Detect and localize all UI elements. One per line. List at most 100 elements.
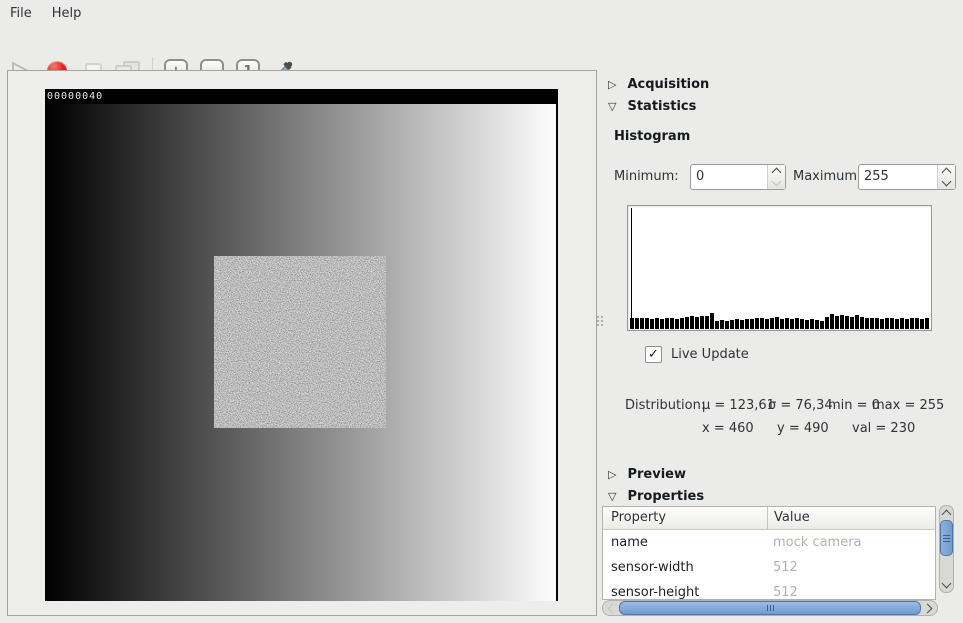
scroll-right-button[interactable] [921,601,937,615]
histogram-bar [885,318,889,329]
table-row[interactable]: sensor-height 512 [603,580,935,600]
histogram-bar [720,320,724,329]
histogram-bar [665,318,669,329]
histogram-bar [680,318,684,329]
noise-region [214,256,386,428]
menu-bar: File Help [0,0,963,26]
live-update-label: Live Update [671,347,749,362]
section-label: Preview [627,467,686,482]
minimum-value[interactable]: 0 [691,165,767,189]
frame-counter: 00000040 [45,89,558,104]
chevron-up-icon [942,510,952,520]
vertical-scroll-thumb[interactable] [940,520,953,556]
spin-down-button[interactable] [938,177,955,189]
histogram-bar [715,321,719,329]
section-properties[interactable]: ▽ Properties [602,486,704,506]
histogram-bar [860,317,864,329]
camera-image-view[interactable]: 00000040 [45,89,558,601]
column-header-value[interactable]: Value [768,507,935,529]
scroll-left-button[interactable] [603,601,619,615]
column-header-property[interactable]: Property [603,507,768,529]
histogram-bar [700,316,704,329]
section-acquisition[interactable]: ▷ Acquisition [602,74,709,94]
maximum-spinbox[interactable]: 255 [858,164,956,190]
histogram-bar [815,320,819,329]
spin-down-button[interactable] [768,177,785,189]
histogram-bar [630,318,634,329]
menu-file[interactable]: File [0,3,42,24]
histogram-bar [830,314,834,329]
histogram-bar [920,319,924,329]
histogram-bars [630,313,929,329]
minimum-label: Minimum: [614,169,679,184]
chevron-right-icon: ▷ [608,468,616,481]
histogram-bar [660,319,664,329]
toolbar: + − 1 [0,26,963,64]
histogram-bar [675,319,679,329]
property-name: sensor-width [603,555,767,580]
histogram-bar [745,319,749,329]
histogram-bar [640,318,644,329]
histogram-bar [650,319,654,329]
table-header: Property Value [603,507,935,530]
histogram-bar [840,315,844,329]
minimum-spinbox[interactable]: 0 [690,164,786,190]
vertical-scrollbar[interactable] [939,505,954,593]
histogram-bar [790,319,794,329]
histogram-bar [870,318,874,329]
horizontal-scrollbar[interactable] [602,600,938,616]
cursor-val: val = 230 [852,421,915,436]
histogram-bar [805,320,809,329]
histogram-bar [645,318,649,329]
histogram-bar [730,320,734,329]
histogram-bar [735,319,739,329]
histogram-bar [725,321,729,329]
table-row[interactable]: sensor-width 512 [603,555,935,580]
histogram-bar [800,319,804,329]
histogram-bar [760,318,764,329]
menu-help[interactable]: Help [42,3,92,24]
live-update-checkbox[interactable]: ✓ Live Update [645,346,749,363]
horizontal-scroll-thumb[interactable] [619,601,921,615]
image-right-edge [556,104,558,601]
properties-table: Property Value name mock camera sensor-w… [602,506,936,600]
histogram-bar [635,318,639,329]
histogram-bar [835,316,839,329]
section-statistics[interactable]: ▽ Statistics [602,96,696,116]
chevron-down-icon [942,177,952,187]
histogram-bar [785,318,789,329]
histogram-bar [775,317,779,329]
spin-up-button[interactable] [938,165,955,177]
histogram-bar [765,319,769,329]
histogram-bar [685,317,689,329]
table-row[interactable]: name mock camera [603,530,935,555]
property-name: name [603,530,767,555]
histogram-bar [810,319,814,329]
histogram-bar [910,318,914,329]
viewer-pane: 00000040 [7,70,597,616]
histogram-bar [895,319,899,329]
section-label: Statistics [627,99,696,114]
histogram-bar [770,318,774,329]
histogram-bar [820,321,824,329]
chevron-right-icon: ▷ [608,78,616,91]
histogram-bar [740,320,744,329]
chevron-down-icon [772,177,782,187]
histogram-bar [875,318,879,329]
chevron-left-icon [608,603,618,613]
checkbox-checked-icon: ✓ [645,346,662,363]
maximum-value[interactable]: 255 [859,165,937,189]
histogram-plot [627,205,932,331]
histogram-bar [755,318,759,329]
spin-up-button[interactable] [768,165,785,177]
cursor-x: x = 460 [702,421,754,436]
histogram-bar [695,317,699,329]
scroll-up-button[interactable] [940,506,953,520]
distribution-label: Distribution: [625,398,705,413]
scroll-down-button[interactable] [940,578,953,592]
property-name: sensor-height [603,580,767,600]
spin-arrows [937,165,955,189]
section-preview[interactable]: ▷ Preview [602,464,686,484]
histogram-bar [705,316,709,329]
application-window: File Help + − [0,0,963,623]
